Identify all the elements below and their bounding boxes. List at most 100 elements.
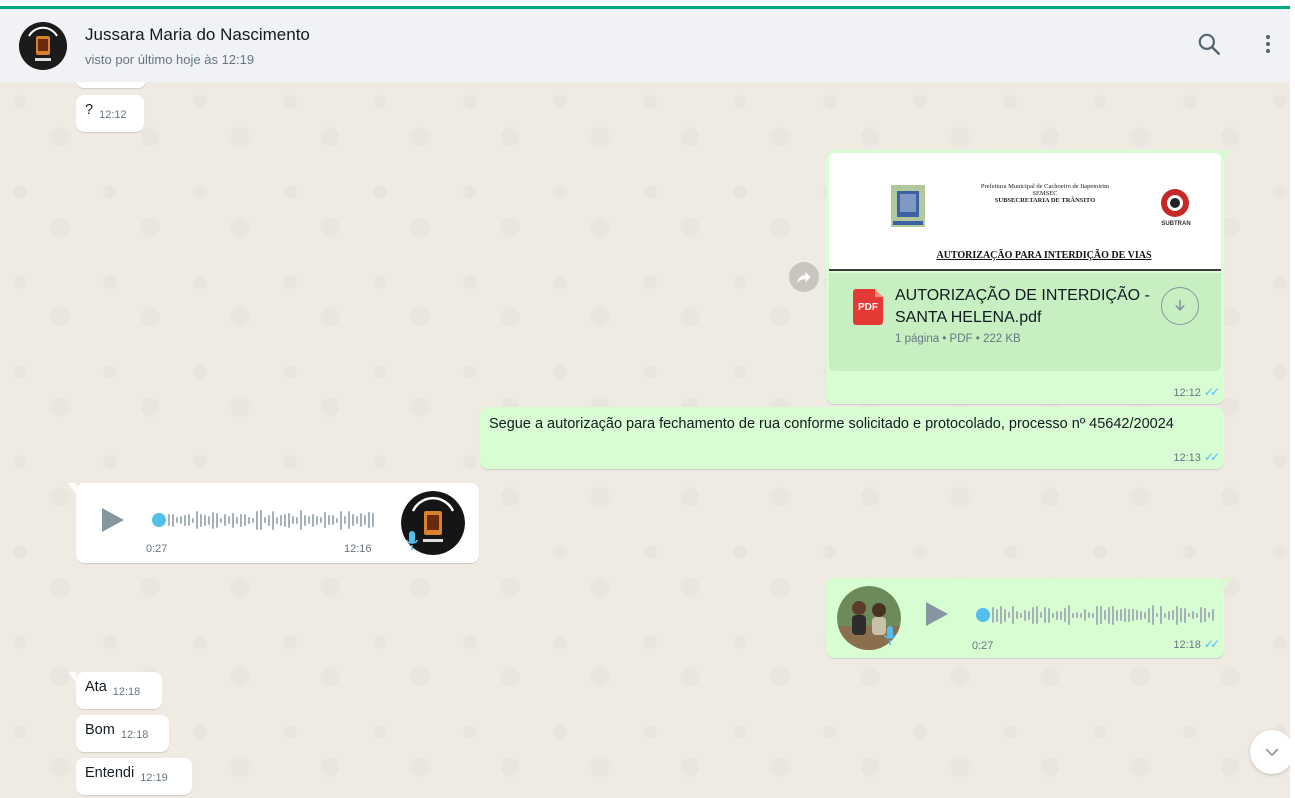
message-time: 12:18 [120, 729, 149, 741]
waveform-bar [184, 514, 186, 526]
waveform-bar [268, 514, 270, 526]
waveform-bar [1168, 610, 1170, 620]
waveform-bar [1000, 606, 1002, 624]
forward-button[interactable] [789, 262, 819, 292]
chat-header[interactable]: Jussara Maria do Nascimento visto por úl… [0, 9, 1290, 82]
message-time: 12:12 [99, 109, 127, 121]
waveform-bar [1172, 610, 1174, 620]
play-button[interactable] [102, 508, 124, 532]
waveform-bar [1116, 609, 1118, 621]
waveform-bar [1120, 609, 1122, 621]
document-file-name[interactable]: AUTORIZAÇÃO DE INTERDIÇÃO - SANTA HELENA… [895, 285, 1155, 329]
double-check-icon: ✓✓ [1203, 385, 1220, 399]
waveform-bar [1108, 606, 1110, 624]
waveform-bar [1140, 610, 1142, 620]
play-button[interactable] [926, 602, 948, 626]
waveform-bar [1160, 606, 1162, 624]
microphone-icon [406, 531, 418, 550]
waveform-bar [1180, 608, 1182, 622]
document-preview[interactable]: Prefeitura Municipal de Cachoeiro de Ita… [829, 153, 1221, 271]
waveform-bar [216, 512, 218, 528]
waveform-bar [1056, 610, 1058, 620]
last-seen-status: visto por último hoje às 12:19 [85, 52, 255, 67]
document-meta: 1 página • PDF • 222 KB [895, 333, 1021, 345]
waveform-bar [1136, 610, 1138, 620]
voice-waveform[interactable] [992, 602, 1214, 628]
waveform-bar [1064, 608, 1066, 622]
waveform-bar [320, 517, 322, 523]
waveform-bar [1004, 608, 1006, 622]
voice-progress-handle[interactable] [152, 513, 166, 527]
chat-area[interactable]: ? 12:12 Prefeitura Municipal de Cachoeiro… [0, 82, 1290, 798]
letterhead-line1: Prefeitura Municipal de Cachoeiro de Ita… [980, 183, 1110, 190]
waveform-bar [1208, 612, 1210, 618]
message-text: ? [85, 102, 94, 118]
waveform-bar [1124, 608, 1126, 622]
waveform-bar [288, 512, 290, 528]
waveform-bar [192, 517, 194, 523]
voice-duration: 0:27 [146, 543, 168, 555]
message-document[interactable]: Prefeitura Municipal de Cachoeiro de Ita… [826, 150, 1232, 404]
message-text: Entendi [85, 765, 135, 781]
waveform-bar [1040, 612, 1042, 618]
forward-icon [797, 271, 811, 283]
scroll-to-bottom-button[interactable] [1250, 730, 1294, 774]
waveform-bar [1048, 607, 1050, 623]
waveform-bar [296, 516, 298, 524]
waveform-bar [1028, 610, 1030, 620]
message-incoming[interactable]: Bom 12:18 [76, 715, 169, 752]
waveform-bar [1112, 605, 1114, 625]
voice-message-incoming[interactable]: 0:27 12:16 [68, 483, 479, 563]
double-check-icon: ✓✓ [1203, 637, 1220, 651]
waveform-bar [180, 516, 182, 524]
waveform-bar [1148, 607, 1150, 623]
waveform-bar [360, 513, 362, 527]
voice-progress-handle[interactable] [976, 608, 990, 622]
waveform-bar [232, 512, 234, 528]
message-time: 12:18 [112, 686, 141, 698]
message-time: 12:19 [140, 772, 168, 784]
waveform-bar [280, 514, 282, 526]
letterhead-line2: SEMSEC [1032, 190, 1058, 197]
previous-message[interactable] [76, 82, 146, 88]
waveform-bar [1128, 608, 1130, 622]
waveform-bar [1104, 610, 1106, 620]
waveform-bar [1212, 609, 1214, 621]
waveform-bar [304, 514, 306, 526]
waveform-bar [1100, 606, 1102, 624]
waveform-bar [1044, 607, 1046, 623]
waveform-bar [1156, 613, 1158, 617]
message-incoming[interactable]: ? 12:12 [76, 95, 144, 132]
waveform-bar [996, 608, 998, 622]
waveform-bar [228, 516, 230, 524]
voice-waveform[interactable] [168, 507, 374, 533]
message-text: Bom [85, 722, 115, 738]
waveform-bar [1200, 607, 1202, 623]
document-info[interactable]: PDF AUTORIZAÇÃO DE INTERDIÇÃO - SANTA HE… [829, 273, 1221, 371]
message-outgoing[interactable]: Segue a autorização para fechamento de r… [480, 407, 1224, 469]
window-edge [1290, 0, 1295, 798]
download-button[interactable] [1161, 287, 1199, 325]
waveform-bar [1204, 608, 1206, 622]
waveform-bar [1060, 610, 1062, 620]
waveform-bar [204, 514, 206, 526]
waveform-bar [1052, 612, 1054, 618]
pdf-file-icon: PDF [853, 289, 883, 325]
contact-name[interactable]: Jussara Maria do Nascimento [85, 25, 310, 45]
waveform-bar [1068, 605, 1070, 625]
waveform-bar [336, 517, 338, 523]
kebab-menu-icon[interactable] [1256, 31, 1284, 59]
message-incoming[interactable]: Ata 12:18 [68, 672, 162, 709]
search-icon[interactable] [1196, 31, 1224, 59]
waveform-bar [364, 515, 366, 525]
waveform-bar [220, 517, 222, 523]
waveform-bar [1192, 611, 1194, 619]
voice-message-outgoing[interactable]: 0:27 12:18 ✓✓ [826, 578, 1232, 658]
waveform-bar [1080, 612, 1082, 618]
letterhead-line3: SUBSECRETARIA DE TRÂNSITO [994, 197, 1096, 204]
waveform-bar [1024, 609, 1026, 621]
waveform-bar [1016, 611, 1018, 619]
message-incoming[interactable]: Entendi 12:19 [76, 758, 192, 795]
message-time: 12:12 [1173, 387, 1201, 399]
contact-avatar[interactable] [19, 22, 67, 70]
